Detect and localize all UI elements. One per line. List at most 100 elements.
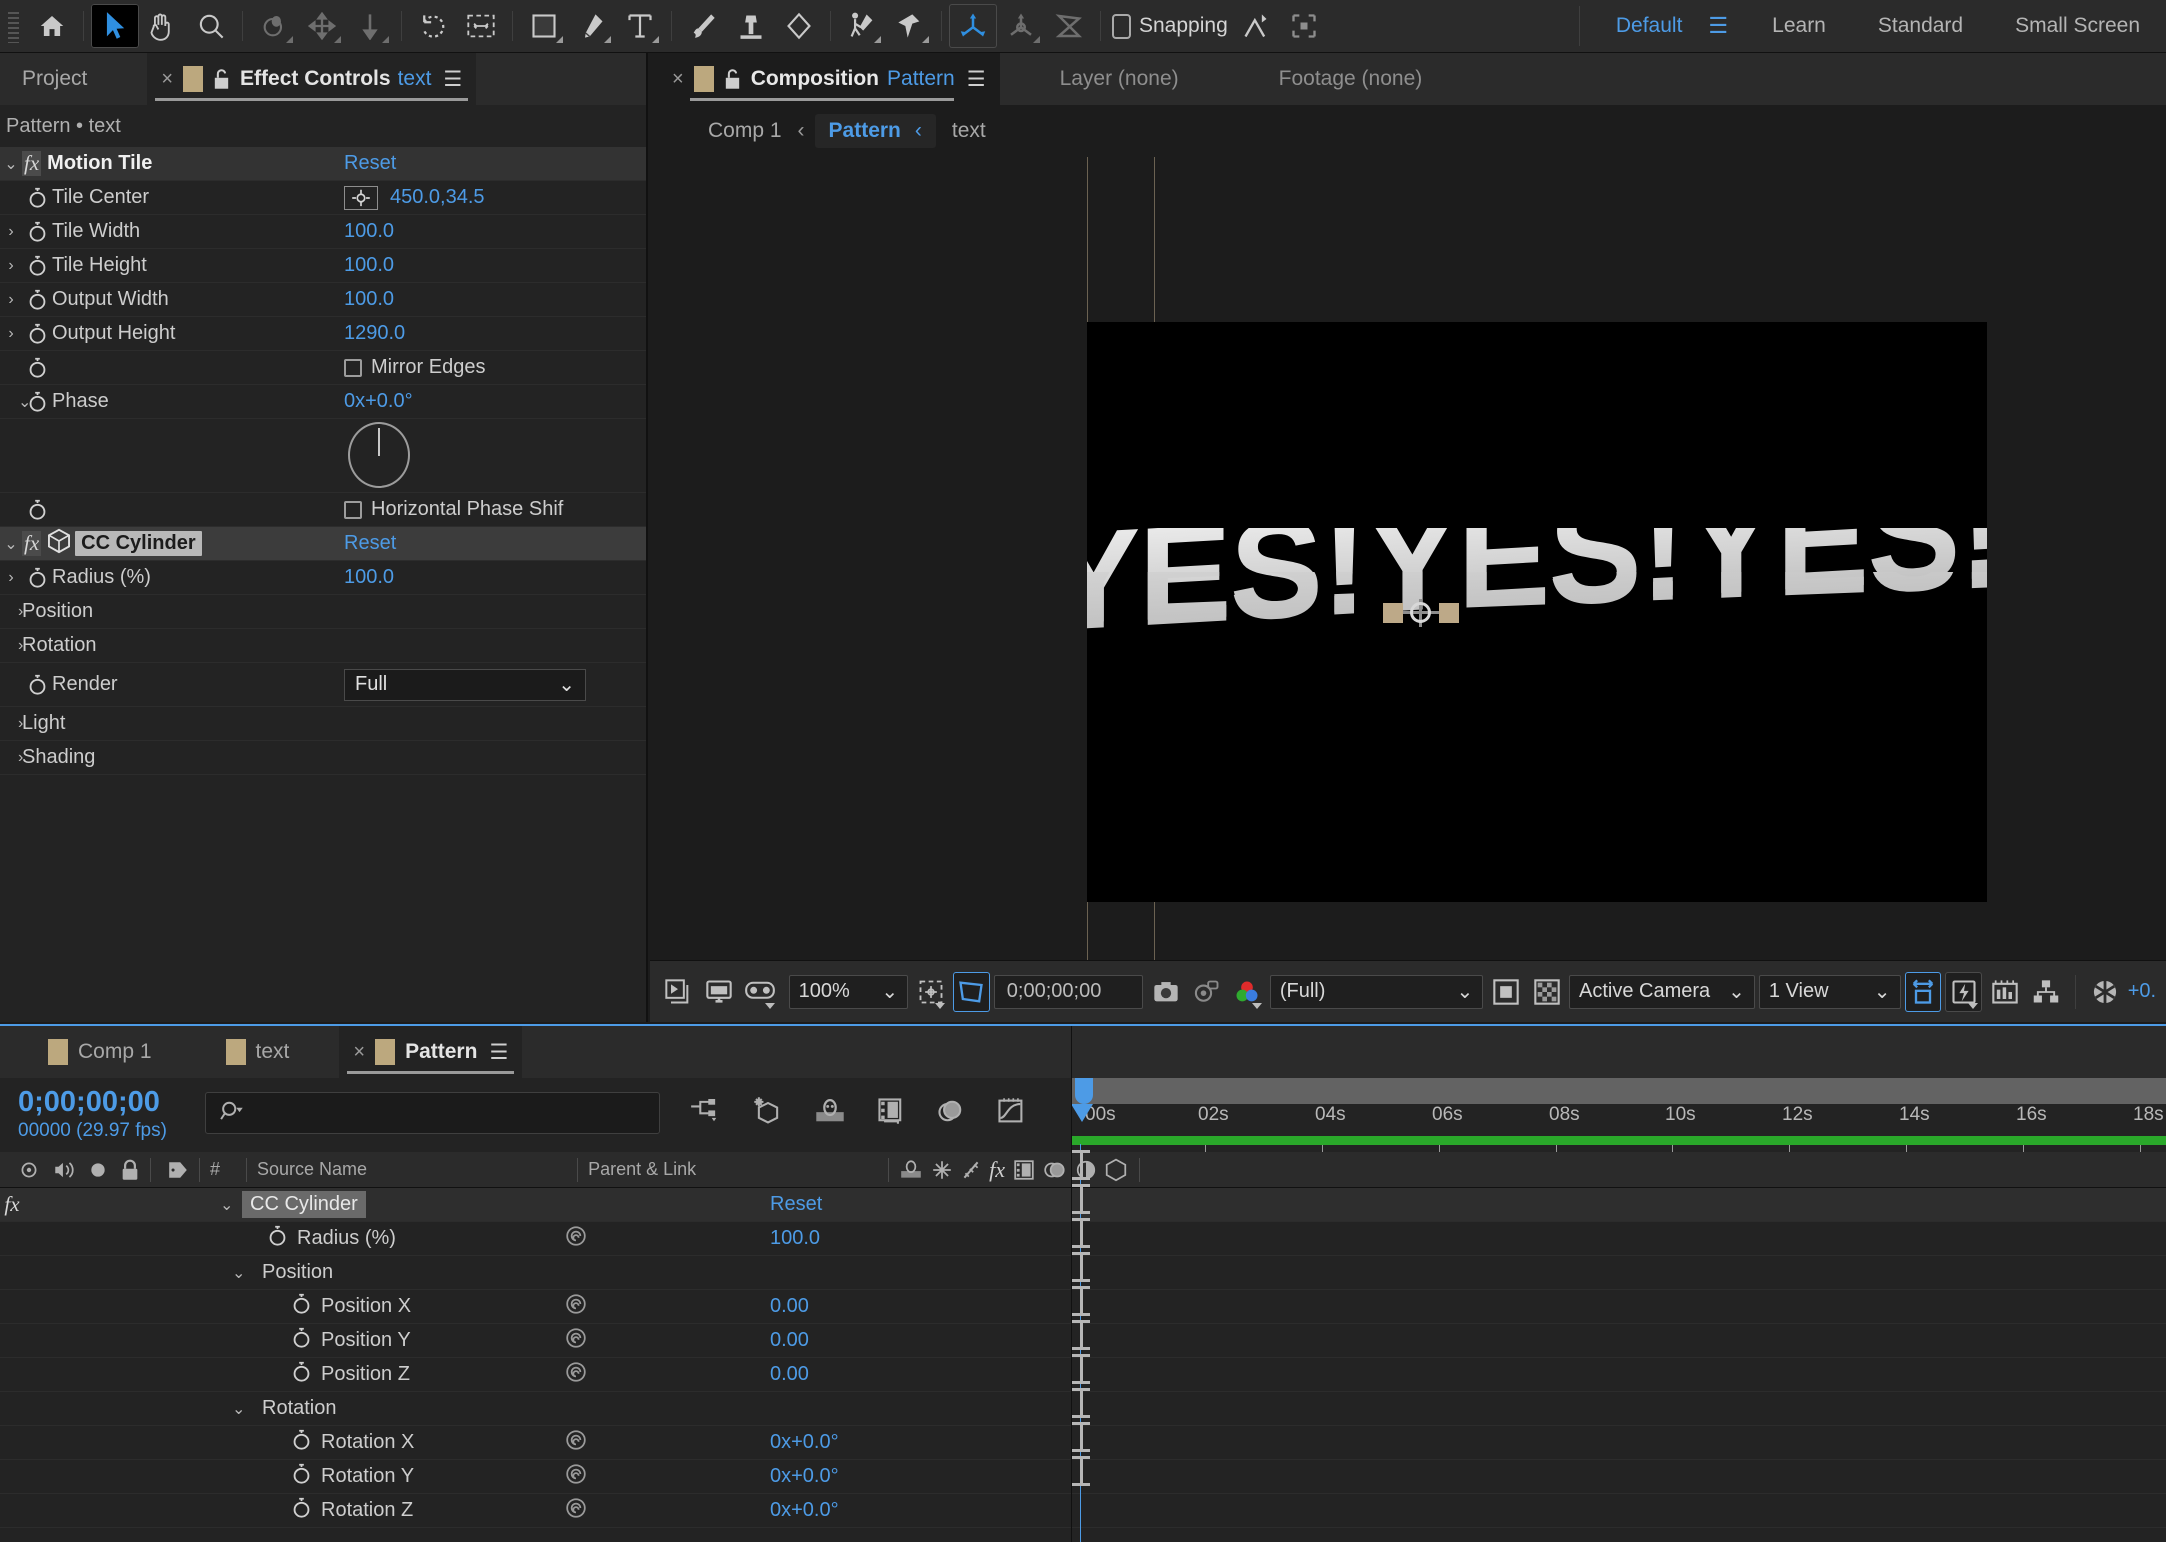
stopwatch-icon[interactable] [292,1293,311,1320]
timeline-property-value[interactable]: 0x+0.0° [770,1431,839,1454]
anchor-point-ring[interactable] [1410,602,1431,623]
keyframe-navigator[interactable] [1072,1218,1090,1248]
orbit-tool[interactable] [250,4,298,48]
close-icon[interactable]: × [353,1041,365,1064]
collapse-switch-icon[interactable] [931,1152,953,1188]
region-of-interest-toggle[interactable] [953,972,990,1012]
chevron-down-icon[interactable]: ⌄ [0,534,22,554]
toggle-transparency-icon[interactable] [1528,972,1565,1012]
stopwatch-icon[interactable] [22,221,52,243]
hand-tool[interactable] [139,4,187,48]
vr-view-icon[interactable] [742,972,779,1012]
breadcrumb-text[interactable]: text [946,117,992,145]
views-dropdown[interactable]: 1 View ⌄ [1759,975,1901,1009]
timeline-panel-icon[interactable] [1986,972,2023,1012]
property-value[interactable]: 100.0 [344,288,394,311]
composition-mini-flowchart-icon[interactable] [690,1097,722,1130]
video-toggle-icon[interactable] [18,1152,40,1188]
exposure-icon[interactable] [2087,972,2124,1012]
draft-3d-icon[interactable] [752,1096,784,1131]
keyframe-navigator[interactable] [1072,1388,1090,1418]
motion-blur-icon[interactable] [936,1097,966,1130]
lock-toggle-icon[interactable] [120,1152,140,1188]
property-output-height[interactable]: › Output Height 1290.0 [0,317,646,351]
eraser-tool[interactable] [775,4,823,48]
selection-tool[interactable] [91,4,139,48]
always-preview-icon[interactable] [660,972,697,1012]
chevron-right-icon[interactable]: › [0,223,22,241]
toolbar-grip[interactable] [6,9,22,43]
chevron-right-icon[interactable]: › [0,325,22,343]
property-tile-center[interactable]: Tile Center 450.0,34.5 [0,181,646,215]
resolution-dropdown[interactable]: (Full) ⌄ [1270,975,1483,1009]
pixel-aspect-correction-icon[interactable] [1905,972,1942,1012]
reset-cc-cylinder[interactable]: Reset [344,532,396,555]
chevron-right-icon[interactable]: › [0,257,22,275]
rotation-tool[interactable] [409,4,457,48]
timeline-property-value[interactable]: 100.0 [770,1227,820,1250]
property-value[interactable]: 100.0 [344,566,394,589]
panel-menu-icon[interactable]: ☰ [443,67,462,92]
chevron-down-icon[interactable]: ⌄ [0,154,22,174]
property-group-light[interactable]: › Light [0,707,646,741]
timeline-property-value[interactable]: 0x+0.0° [770,1465,839,1488]
keyframe-navigator[interactable] [1072,1354,1090,1384]
fast-previews-icon[interactable] [1945,972,1982,1012]
anchor-handle-right[interactable] [1439,603,1459,623]
shape-tool[interactable] [520,4,568,48]
snapping-options-icon[interactable] [1232,4,1280,48]
timeline-reset-cc-cylinder[interactable]: Reset [770,1193,822,1216]
panel-menu-icon[interactable]: ☰ [489,1040,508,1065]
chevron-right-icon[interactable]: › [0,603,22,621]
audio-toggle-icon[interactable] [52,1152,76,1188]
solo-toggle-icon[interactable] [88,1152,108,1188]
region-of-interest-icon[interactable] [457,4,505,48]
composition-canvas[interactable]: YES!YES!YES!YES!YES!YES!YES!YES!YES!YES!… [1087,322,1987,902]
zoom-tool[interactable] [187,4,235,48]
chevron-right-icon[interactable]: › [0,291,22,309]
mirror-edges-control[interactable]: Mirror Edges [344,356,485,379]
show-snapshot-icon[interactable] [1188,972,1225,1012]
mirror-edges-checkbox[interactable] [344,359,362,377]
tab-footage[interactable]: Footage (none) [1239,53,1437,105]
timeline-property-value[interactable]: 0.00 [770,1363,809,1386]
panel-menu-icon[interactable]: ☰ [967,67,986,92]
align-icon[interactable] [1280,4,1328,48]
expression-icon[interactable] [565,1361,587,1388]
chevron-right-icon[interactable]: › [0,637,22,655]
current-time-field[interactable]: 0;00;00;00 [994,975,1143,1009]
property-value[interactable]: 450.0,34.5 [390,186,485,209]
keyframe-navigator[interactable] [1072,1320,1090,1350]
chevron-down-icon[interactable]: ⌄ [0,392,22,412]
reset-motion-tile[interactable]: Reset [344,152,396,175]
stopwatch-icon[interactable] [22,187,52,209]
timeline-graph-area[interactable] [1071,1026,2166,1542]
keyframe-navigator[interactable] [1072,1184,1090,1214]
effect-header-cc-cylinder[interactable]: ⌄ fx CC Cylinder Reset [0,527,646,561]
clone-stamp-tool[interactable] [727,4,775,48]
property-value[interactable]: 100.0 [344,220,394,243]
puppet-pin-tool[interactable] [886,4,934,48]
composition-viewer[interactable]: YES!YES!YES!YES!YES!YES!YES!YES!YES!YES!… [650,157,2166,960]
stopwatch-icon[interactable] [22,323,52,345]
hide-shy-layers-icon[interactable] [814,1098,846,1129]
tab-text[interactable]: text [212,1026,340,1078]
render-dropdown[interactable]: Full ⌄ [344,669,586,701]
property-group-shading[interactable]: › Shading [0,741,646,775]
view-axis-mode-icon[interactable] [1045,4,1093,48]
tab-project[interactable]: Project [0,53,147,105]
transparency-grid-icon[interactable] [1487,972,1524,1012]
property-tile-width[interactable]: › Tile Width 100.0 [0,215,646,249]
column-header-source-name[interactable]: Source Name [257,1159,367,1180]
type-tool[interactable] [616,4,664,48]
stopwatch-icon[interactable] [268,1225,287,1252]
snapping-toggle[interactable]: Snapping [1108,14,1232,39]
property-tile-height[interactable]: › Tile Height 100.0 [0,249,646,283]
pen-tool[interactable] [568,4,616,48]
composition-flowchart-icon[interactable] [2027,972,2064,1012]
anchor-point-handle[interactable] [1383,597,1459,629]
expression-icon[interactable] [565,1497,587,1524]
timeline-property-value[interactable]: 0x+0.0° [770,1499,839,1522]
camera-dropdown[interactable]: Active Camera ⌄ [1569,975,1755,1009]
property-group-rotation[interactable]: › Rotation [0,629,646,663]
